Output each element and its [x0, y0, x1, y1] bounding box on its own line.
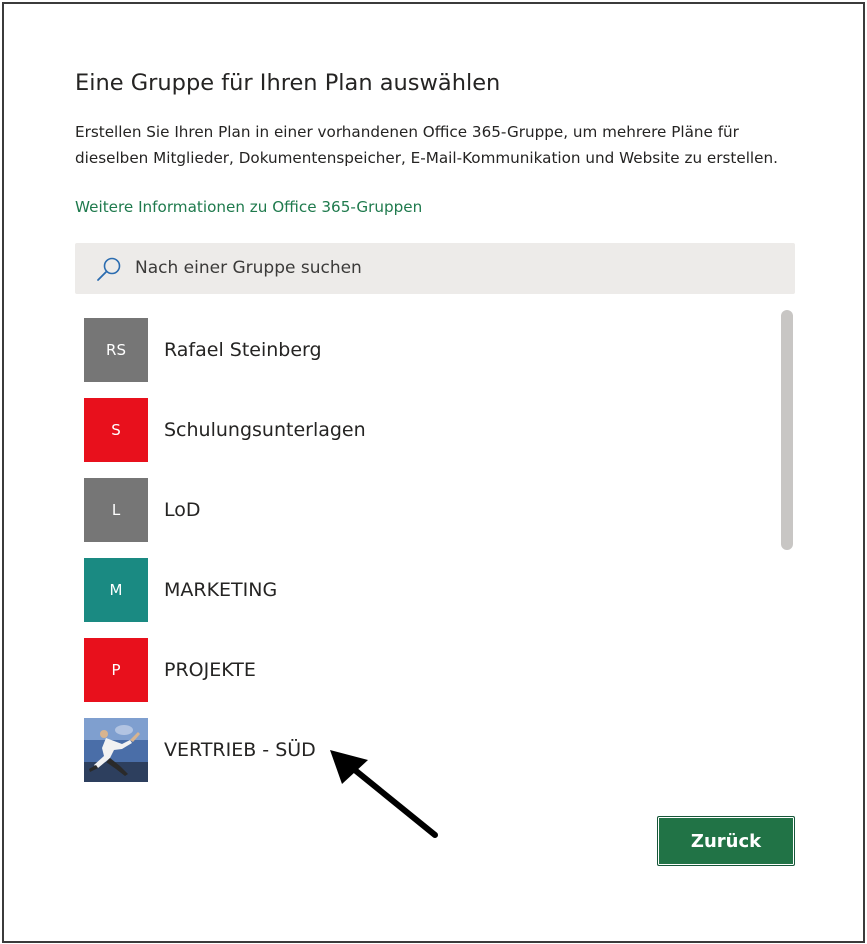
- group-avatar: M: [84, 558, 148, 622]
- avatar-initials: P: [111, 661, 121, 679]
- dialog-description: Erstellen Sie Ihren Plan in einer vorhan…: [75, 123, 778, 167]
- dialog-title: Eine Gruppe für Ihren Plan auswählen: [75, 70, 501, 96]
- group-avatar: S: [84, 398, 148, 462]
- search-icon: [97, 257, 121, 281]
- group-name: VERTRIEB - SÜD: [164, 739, 316, 761]
- group-avatar: RS: [84, 318, 148, 382]
- avatar-initials: L: [111, 501, 121, 519]
- scrollbar-thumb[interactable]: [781, 310, 793, 550]
- learn-more-link[interactable]: Weitere Informationen zu Office 365-Grup…: [75, 194, 422, 220]
- group-item-projekte[interactable]: P PROJEKTE: [84, 638, 764, 702]
- avatar-initials: M: [109, 581, 123, 599]
- annotation-arrow-icon: [330, 750, 438, 838]
- group-name: Rafael Steinberg: [164, 339, 322, 361]
- group-item-schulungsunterlagen[interactable]: S Schulungsunterlagen: [84, 398, 764, 462]
- group-avatar: L: [84, 478, 148, 542]
- avatar-initials: RS: [106, 341, 126, 359]
- avatar-initials: S: [111, 421, 121, 439]
- group-item-marketing[interactable]: M MARKETING: [84, 558, 764, 622]
- group-item-lod[interactable]: L LoD: [84, 478, 764, 542]
- group-list-scrollbar[interactable]: [779, 310, 795, 555]
- group-avatar-photo: [84, 718, 148, 782]
- back-button[interactable]: Zurück: [657, 816, 795, 866]
- group-avatar: P: [84, 638, 148, 702]
- jumping-person-image: [84, 718, 148, 782]
- group-name: PROJEKTE: [164, 659, 256, 681]
- group-name: Schulungsunterlagen: [164, 419, 366, 441]
- group-list: RS Rafael Steinberg S Schulungsunterlage…: [84, 318, 764, 788]
- search-box[interactable]: [75, 243, 795, 294]
- group-item-rafael-steinberg[interactable]: RS Rafael Steinberg: [84, 318, 764, 382]
- group-name: LoD: [164, 499, 201, 521]
- group-name: MARKETING: [164, 579, 278, 601]
- search-input[interactable]: [135, 251, 775, 285]
